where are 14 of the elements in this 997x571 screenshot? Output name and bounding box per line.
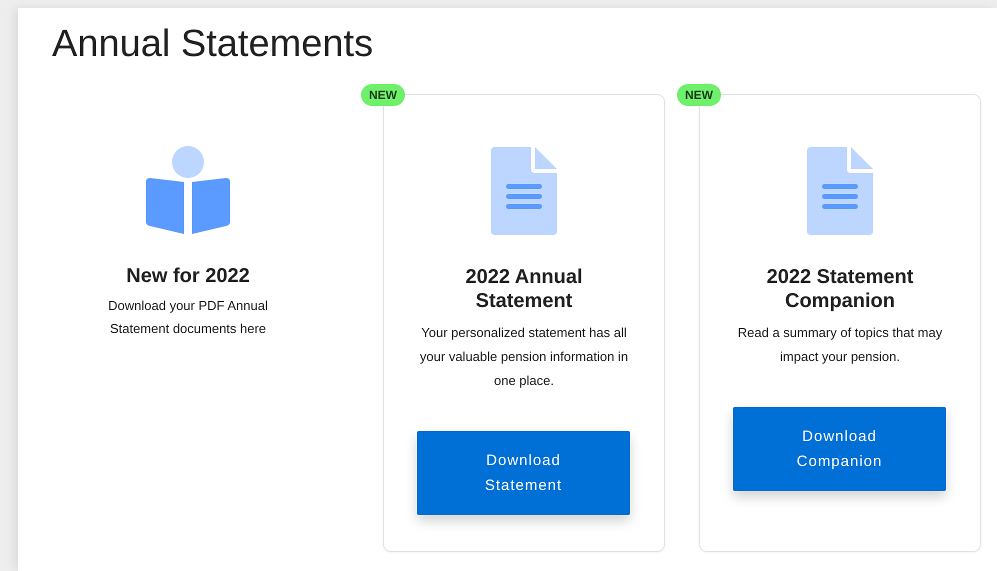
card-description: Read a summary of topics that may impact your pension.: [736, 324, 944, 366]
document-icon: [491, 147, 557, 235]
card-description: Download your PDF Annual Statement documents here: [107, 297, 269, 338]
document-icon: [807, 147, 873, 235]
card-heading: 2022 Statement Companion: [766, 265, 914, 313]
card-description: Your personalized statement has all your valuable pension information in one place.: [418, 324, 630, 390]
page-title: Annual Statements: [52, 22, 374, 66]
reader-book-icon: [144, 146, 232, 234]
new-badge: NEW: [677, 84, 721, 106]
download-button[interactable]: Download Companion: [733, 407, 946, 491]
new-badge: NEW: [361, 84, 405, 106]
card-heading: 2022 Annual Statement: [464, 265, 584, 313]
download-button[interactable]: Download Statement: [417, 431, 630, 515]
card-heading: New for 2022: [125, 264, 251, 288]
